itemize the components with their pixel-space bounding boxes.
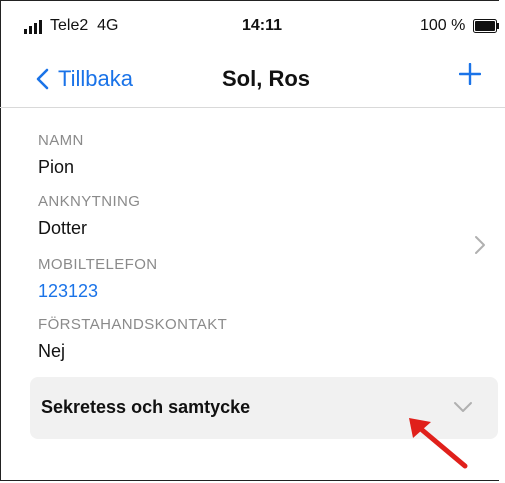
carrier-label: Tele2 4G <box>50 17 119 34</box>
name-value: Pion <box>38 157 75 177</box>
chevron-left-icon <box>36 68 49 90</box>
clock: 14:11 <box>242 17 283 34</box>
mobile-value[interactable]: 123123 <box>38 281 98 302</box>
annotation-arrow <box>409 418 468 469</box>
network-label: 4G <box>97 17 119 34</box>
battery-percent: 100 % <box>420 17 466 34</box>
mobile-label: MOBILTELEFON <box>38 256 158 273</box>
page-title: Sol, Ros <box>222 66 311 91</box>
plus-icon[interactable] <box>459 63 481 85</box>
name-label: NAMN <box>38 132 84 149</box>
header-divider <box>0 107 505 108</box>
signal-icon <box>24 20 42 34</box>
section-title: Sekretess och samtycke <box>41 397 251 417</box>
primary-contact-label: FÖRSTAHANDSKONTAKT <box>38 316 228 333</box>
chevron-right-icon <box>475 236 485 254</box>
primary-contact-value: Nej <box>38 341 66 361</box>
relation-value: Dotter <box>38 218 88 238</box>
back-button[interactable]: Tillbaka <box>34 66 133 92</box>
battery-icon <box>473 19 499 33</box>
status-bar: Tele2 4G 14:11 100 % <box>0 0 505 52</box>
back-label: Tillbaka <box>58 66 133 91</box>
relation-label: ANKNYTNING <box>38 193 141 210</box>
